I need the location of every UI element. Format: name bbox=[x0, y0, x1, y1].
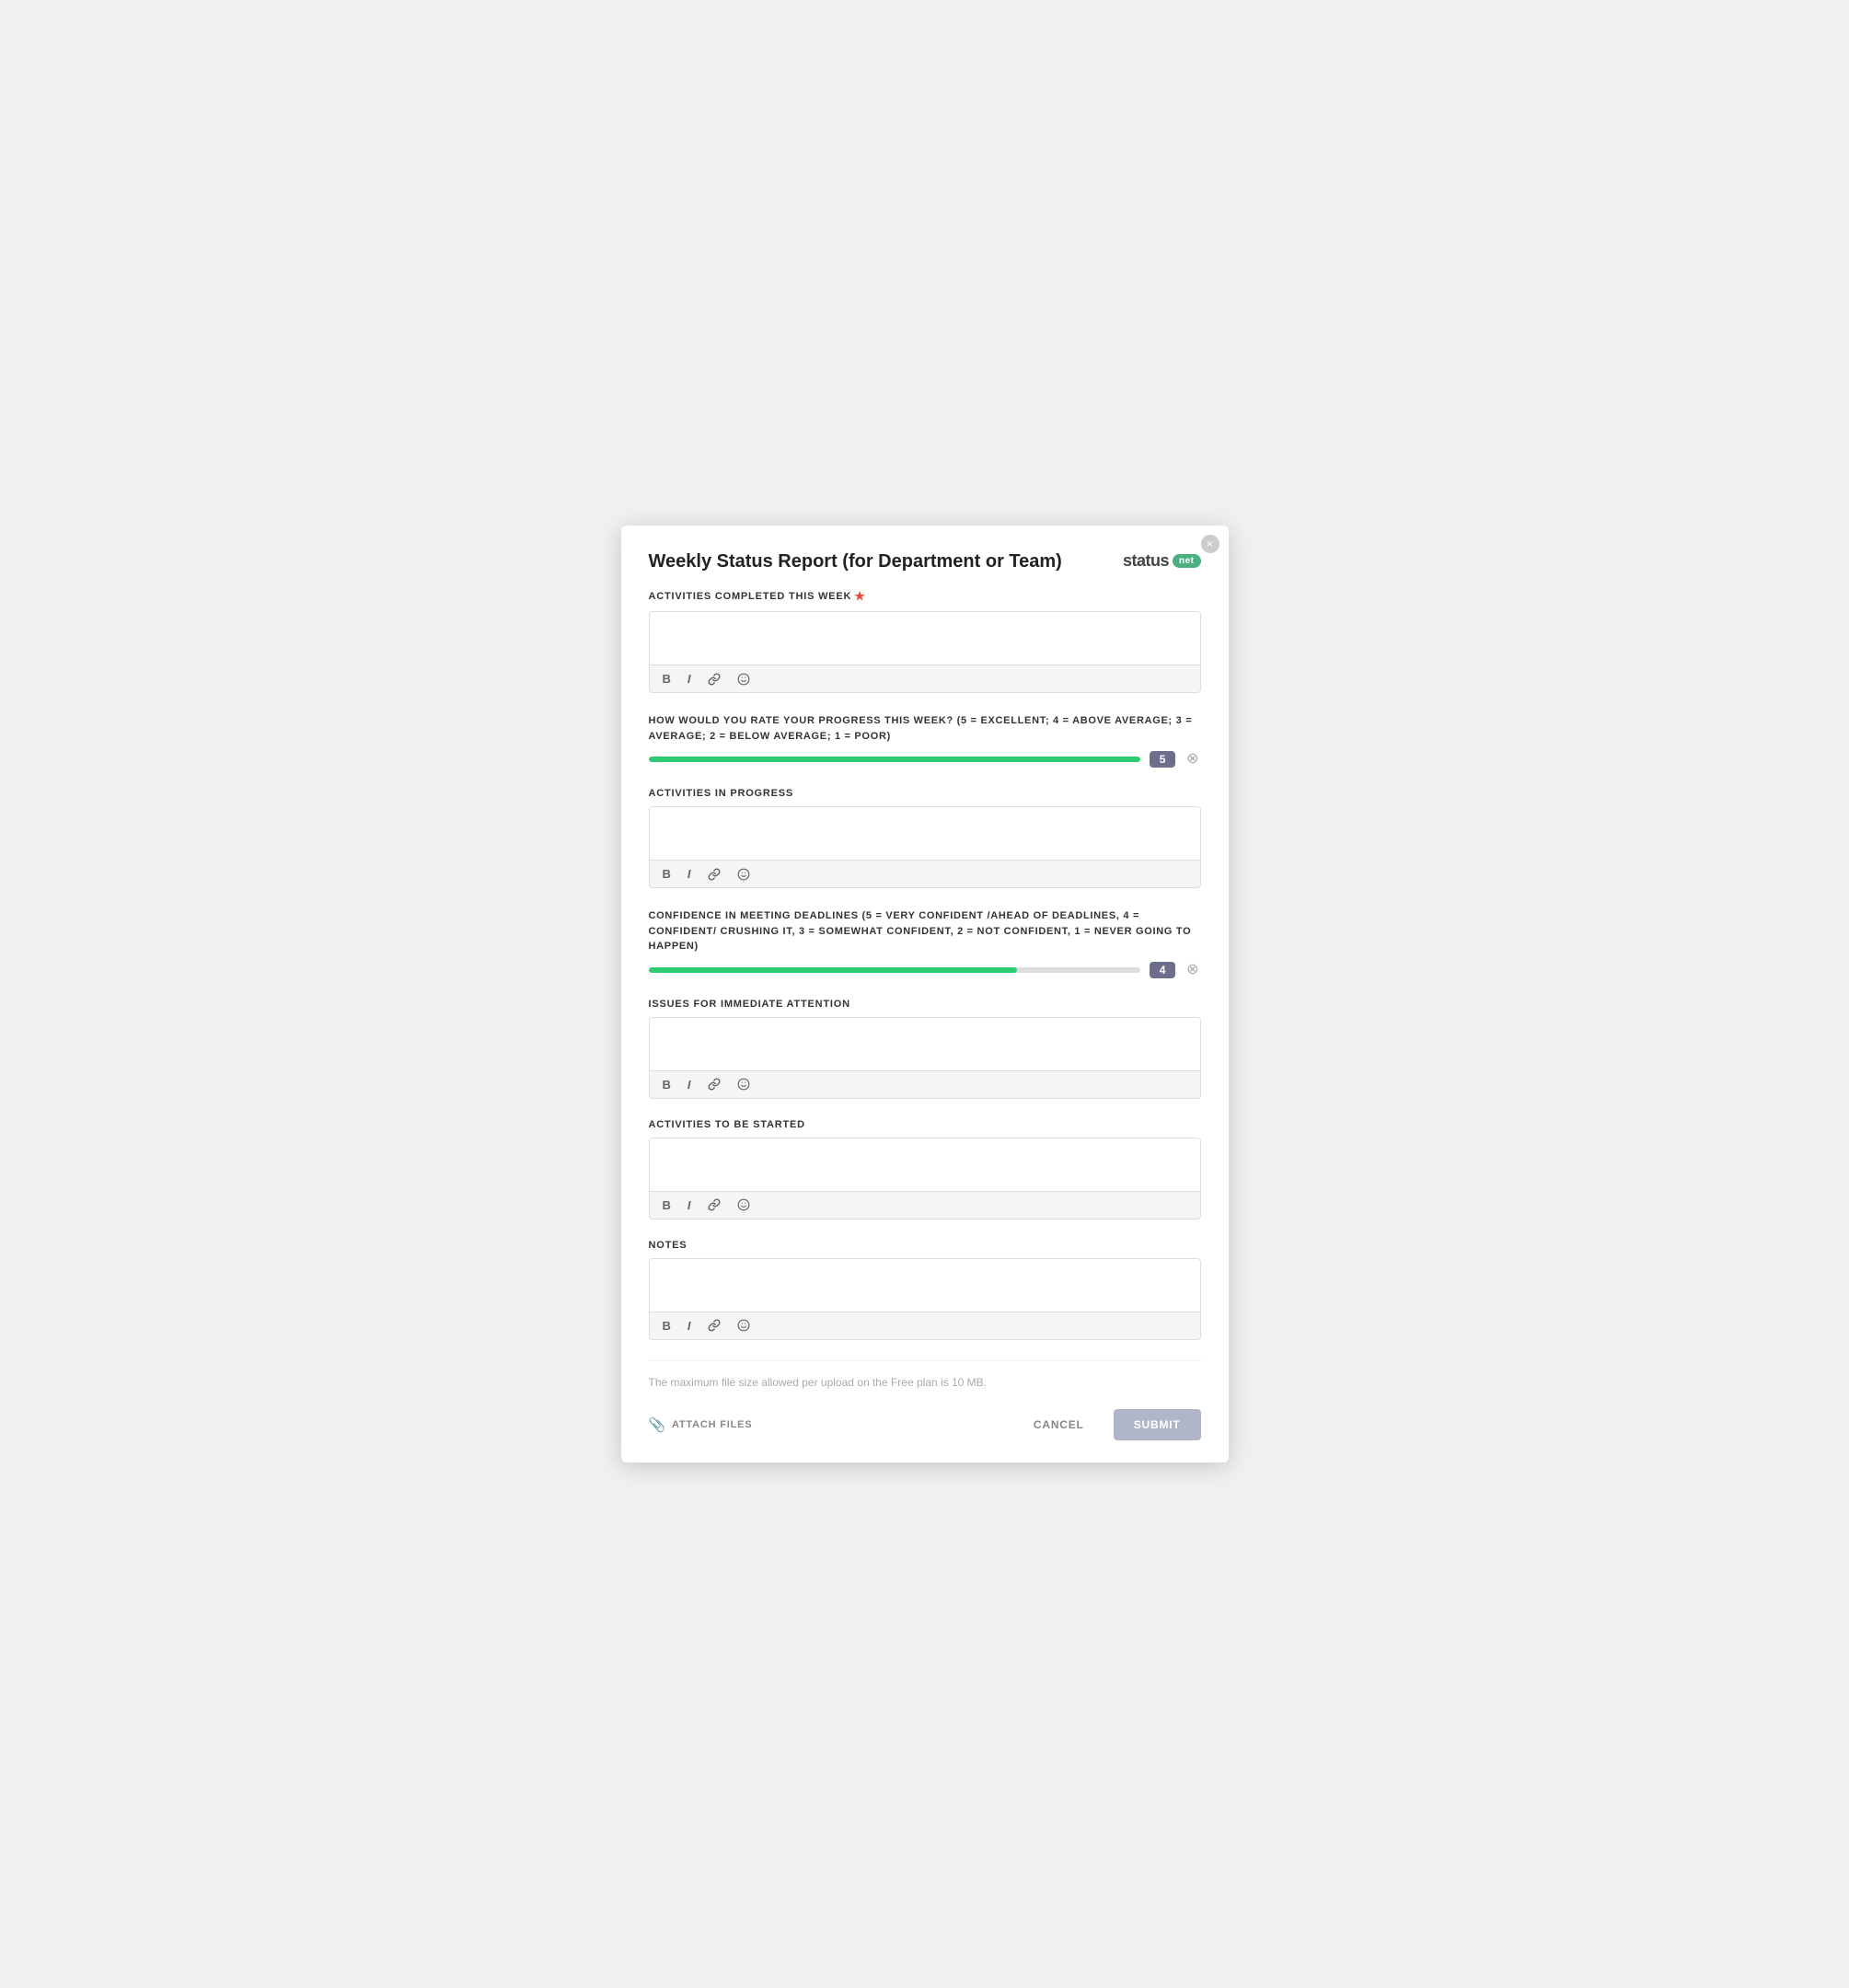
weekly-status-report-modal: × Weekly Status Report (for Department o… bbox=[621, 526, 1229, 1462]
bold-button-1[interactable]: B bbox=[659, 670, 675, 688]
link-button-1[interactable] bbox=[704, 671, 724, 688]
notes-input[interactable] bbox=[650, 1259, 1200, 1307]
activities-to-start-label: ACTIVITIES TO BE STARTED bbox=[649, 1119, 1201, 1130]
activities-in-progress-editor: B I bbox=[649, 806, 1201, 888]
link-button-3[interactable] bbox=[704, 1076, 724, 1092]
confidence-rating-section: CONFIDENCE IN MEETING DEADLINES (5 = VER… bbox=[649, 908, 1201, 978]
activities-to-start-toolbar: B I bbox=[650, 1191, 1200, 1219]
emoji-button-4[interactable] bbox=[734, 1196, 754, 1213]
close-button[interactable]: × bbox=[1201, 535, 1219, 553]
italic-button-1[interactable]: I bbox=[684, 670, 695, 688]
activities-completed-section: ACTIVITIES COMPLETED THIS WEEK ★ B I bbox=[649, 589, 1201, 693]
link-button-5[interactable] bbox=[704, 1317, 724, 1334]
notes-section: NOTES B I bbox=[649, 1240, 1201, 1340]
italic-button-2[interactable]: I bbox=[684, 865, 695, 883]
progress-rating-section: HOW WOULD YOU RATE YOUR PROGRESS THIS WE… bbox=[649, 713, 1201, 768]
attach-files-button[interactable]: 📎 ATTACH FILES bbox=[649, 1416, 753, 1433]
emoji-button-5[interactable] bbox=[734, 1317, 754, 1334]
activities-in-progress-toolbar: B I bbox=[650, 860, 1200, 887]
emoji-button-1[interactable] bbox=[734, 671, 754, 688]
emoji-button-3[interactable] bbox=[734, 1076, 754, 1092]
issues-attention-editor: B I bbox=[649, 1017, 1201, 1099]
submit-button[interactable]: SUBMIT bbox=[1114, 1409, 1201, 1440]
modal-title: Weekly Status Report (for Department or … bbox=[649, 551, 1062, 572]
link-button-2[interactable] bbox=[704, 866, 724, 883]
notes-label: NOTES bbox=[649, 1240, 1201, 1251]
confidence-slider-track bbox=[649, 967, 1141, 973]
cancel-button[interactable]: CANCEL bbox=[1019, 1409, 1099, 1440]
activities-in-progress-label: ACTIVITIES IN PROGRESS bbox=[649, 788, 1201, 799]
modal-actions: 📎 ATTACH FILES CANCEL SUBMIT bbox=[649, 1402, 1201, 1440]
bold-button-5[interactable]: B bbox=[659, 1317, 675, 1335]
file-size-note: The maximum file size allowed per upload… bbox=[649, 1376, 1201, 1389]
bold-button-4[interactable]: B bbox=[659, 1196, 675, 1214]
progress-slider-track bbox=[649, 757, 1141, 762]
confidence-slider-fill bbox=[649, 967, 1018, 973]
progress-question: HOW WOULD YOU RATE YOUR PROGRESS THIS WE… bbox=[649, 713, 1201, 744]
activities-completed-toolbar: B I bbox=[650, 665, 1200, 692]
activities-to-start-input[interactable] bbox=[650, 1138, 1200, 1186]
activities-in-progress-input[interactable] bbox=[650, 807, 1200, 855]
confidence-slider-value: 4 bbox=[1150, 962, 1175, 978]
attach-icon: 📎 bbox=[649, 1416, 666, 1433]
link-button-4[interactable] bbox=[704, 1196, 724, 1213]
activities-to-start-section: ACTIVITIES TO BE STARTED B I bbox=[649, 1119, 1201, 1219]
confidence-slider-row: 4 ⊗ bbox=[649, 962, 1201, 978]
brand-logo: status net bbox=[1123, 551, 1201, 571]
bold-button-3[interactable]: B bbox=[659, 1076, 675, 1093]
progress-slider-clear[interactable]: ⊗ bbox=[1185, 752, 1200, 767]
progress-slider-value: 5 bbox=[1150, 751, 1175, 768]
issues-attention-label: ISSUES FOR IMMEDIATE ATTENTION bbox=[649, 999, 1201, 1010]
progress-slider-row: 5 ⊗ bbox=[649, 751, 1201, 768]
confidence-slider-clear[interactable]: ⊗ bbox=[1185, 963, 1200, 977]
confidence-question: CONFIDENCE IN MEETING DEADLINES (5 = VER… bbox=[649, 908, 1201, 954]
notes-editor: B I bbox=[649, 1258, 1201, 1340]
required-indicator: ★ bbox=[854, 589, 865, 604]
attach-files-label: ATTACH FILES bbox=[672, 1419, 752, 1430]
activities-to-start-editor: B I bbox=[649, 1138, 1201, 1219]
form-action-buttons: CANCEL SUBMIT bbox=[1019, 1409, 1201, 1440]
notes-toolbar: B I bbox=[650, 1312, 1200, 1339]
activities-completed-input[interactable] bbox=[650, 612, 1200, 660]
issues-attention-toolbar: B I bbox=[650, 1070, 1200, 1098]
issues-attention-input[interactable] bbox=[650, 1018, 1200, 1066]
activities-in-progress-section: ACTIVITIES IN PROGRESS B I bbox=[649, 788, 1201, 888]
issues-attention-section: ISSUES FOR IMMEDIATE ATTENTION B I bbox=[649, 999, 1201, 1099]
bold-button-2[interactable]: B bbox=[659, 865, 675, 883]
footer-divider bbox=[649, 1360, 1201, 1361]
brand-badge: net bbox=[1173, 554, 1201, 568]
modal-header: Weekly Status Report (for Department or … bbox=[649, 551, 1201, 572]
activities-completed-editor: B I bbox=[649, 611, 1201, 693]
emoji-button-2[interactable] bbox=[734, 866, 754, 883]
italic-button-5[interactable]: I bbox=[684, 1317, 695, 1335]
brand-name: status bbox=[1123, 551, 1169, 571]
activities-completed-label: ACTIVITIES COMPLETED THIS WEEK ★ bbox=[649, 589, 1201, 604]
italic-button-3[interactable]: I bbox=[684, 1076, 695, 1093]
progress-slider-fill bbox=[649, 757, 1141, 762]
italic-button-4[interactable]: I bbox=[684, 1196, 695, 1214]
